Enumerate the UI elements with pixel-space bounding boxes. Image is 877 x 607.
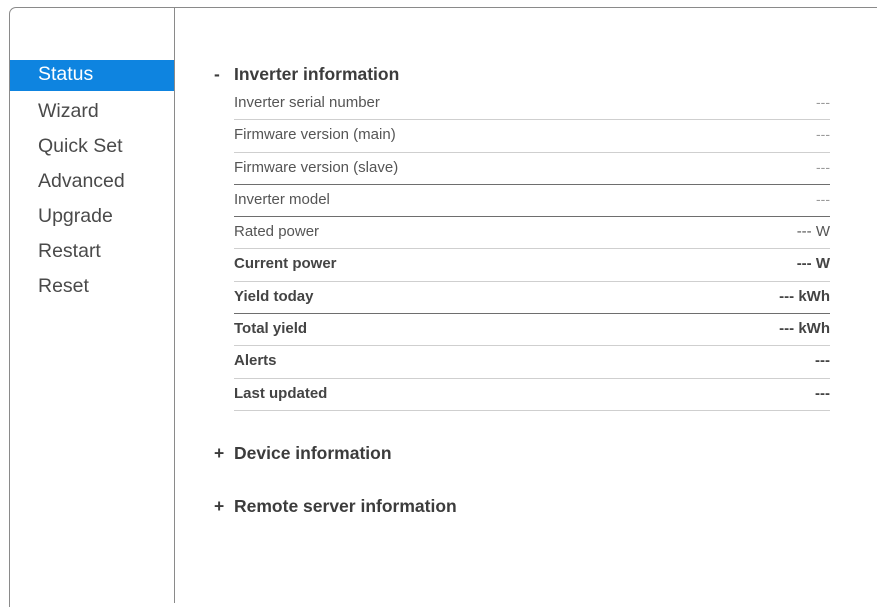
row-label: Current power	[234, 255, 337, 273]
main-content: - Inverter information Inverter serial n…	[214, 64, 834, 517]
sidebar-item-reset[interactable]: Reset	[10, 270, 174, 305]
row-label: Total yield	[234, 320, 308, 338]
row-value: ---	[816, 158, 830, 175]
row-label: Inverter model	[234, 190, 330, 208]
section-title: Remote server information	[234, 495, 457, 516]
row-label: Rated power	[234, 223, 320, 241]
row-value: ---	[816, 126, 830, 143]
row-label: Firmware version (main)	[234, 126, 396, 144]
remote-server-info-toggle[interactable]: + Remote server information	[214, 496, 834, 517]
table-row: Rated power --- W	[234, 217, 830, 250]
table-row: Inverter model ---	[234, 185, 830, 218]
sidebar-item-quick-set[interactable]: Quick Set	[10, 130, 174, 165]
table-row: Inverter serial number ---	[234, 88, 830, 121]
row-label: Firmware version (slave)	[234, 158, 399, 176]
inverter-info-toggle[interactable]: - Inverter information	[214, 64, 834, 85]
row-label: Yield today	[234, 287, 314, 305]
row-label: Inverter serial number	[234, 94, 380, 111]
sidebar-item-upgrade[interactable]: Upgrade	[10, 200, 174, 235]
row-value: --- W	[796, 223, 830, 241]
table-row: Current power --- W	[234, 249, 830, 282]
row-value: --- kWh	[779, 287, 830, 305]
table-row: Alerts ---	[234, 346, 830, 379]
row-value: ---	[815, 384, 830, 402]
inverter-info-table: Inverter serial number --- Firmware vers…	[234, 88, 830, 411]
section-title: Inverter information	[234, 64, 400, 84]
row-value: --- kWh	[779, 320, 830, 338]
sidebar-item-restart[interactable]: Restart	[10, 235, 174, 270]
sidebar-nav: Status Wizard Quick Set Advanced Upgrade…	[10, 60, 174, 305]
sidebar: Status Wizard Quick Set Advanced Upgrade…	[10, 8, 175, 603]
collapse-sign: -	[214, 64, 220, 84]
section-title: Device information	[234, 442, 392, 463]
row-value: ---	[816, 190, 830, 207]
row-label: Last updated	[234, 384, 328, 402]
table-row: Total yield --- kWh	[234, 314, 830, 347]
device-info-toggle[interactable]: + Device information	[214, 443, 834, 464]
row-value: ---	[815, 352, 830, 370]
table-row: Last updated ---	[234, 379, 830, 411]
row-label: Alerts	[234, 352, 277, 370]
expand-sign: +	[214, 495, 225, 516]
expand-sign: +	[214, 442, 225, 463]
table-row: Firmware version (main) ---	[234, 120, 830, 153]
sidebar-item-wizard[interactable]: Wizard	[10, 95, 174, 130]
table-row: Yield today --- kWh	[234, 282, 830, 315]
sidebar-item-advanced[interactable]: Advanced	[10, 165, 174, 200]
row-value: --- W	[796, 255, 830, 273]
table-row: Firmware version (slave) ---	[234, 153, 830, 185]
row-value: ---	[816, 94, 830, 110]
sidebar-item-status[interactable]: Status	[10, 60, 174, 91]
